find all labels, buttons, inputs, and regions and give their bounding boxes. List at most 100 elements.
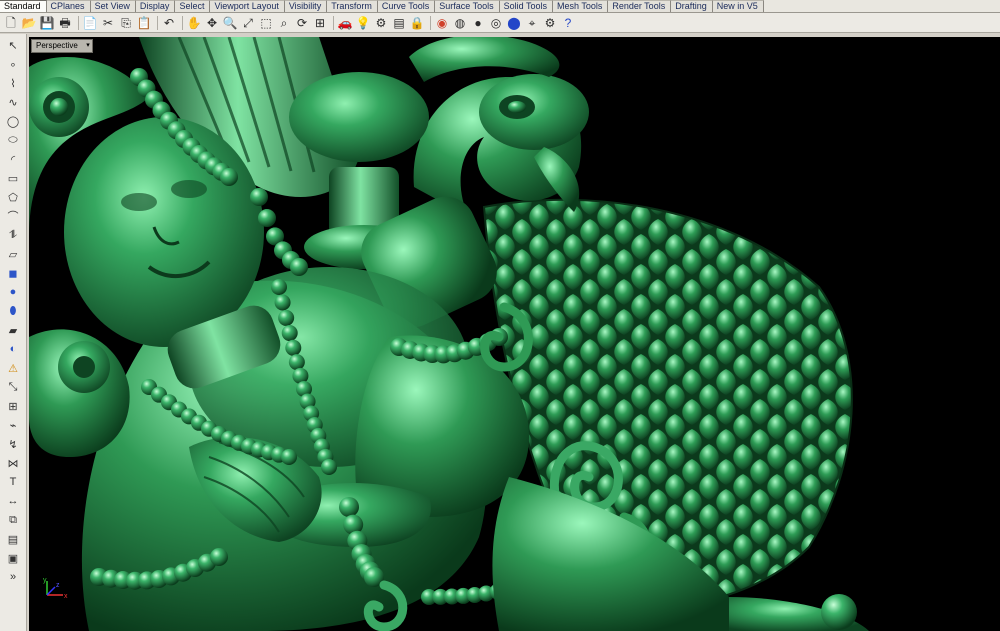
copy-icon[interactable]: ⎘ <box>118 15 134 31</box>
left-tool-palette: ↖ ∘ ⌇ ∿ ◯ ⬭ ◜ ▭ ⬠ ⌒ ⥮ ▱ ◼ ● ⬮ ▰ ◐ ⚠ ⤡ ⊞ ⌁ ↯ ⋈ T ↔ ⧉ ▤ ▣ » <box>0 34 27 631</box>
transform-icon[interactable]: ⤡ <box>3 379 23 395</box>
block-icon[interactable]: ▣ <box>3 550 23 566</box>
toolbar-separator <box>78 15 79 30</box>
toolbar-separator <box>430 15 431 30</box>
move-view-icon[interactable]: ✥ <box>204 15 220 31</box>
box-icon[interactable]: ◼ <box>3 265 23 281</box>
tools-icon[interactable]: ⚙ <box>373 15 389 31</box>
surface-icon[interactable]: ▱ <box>3 246 23 262</box>
perspective-viewport[interactable]: Perspective ▾ x y z <box>29 37 1000 631</box>
tab-mesh-tools[interactable]: Mesh Tools <box>552 0 609 12</box>
bead <box>274 294 291 311</box>
zoom-window-icon[interactable]: ⬚ <box>258 15 274 31</box>
tab-render-tools[interactable]: Render Tools <box>608 0 672 12</box>
bead <box>290 258 308 276</box>
bead <box>278 309 295 326</box>
render-icon[interactable]: ◉ <box>434 15 450 31</box>
tab-curve-tools[interactable]: Curve Tools <box>377 0 436 12</box>
viewport-label: Perspective <box>36 41 78 50</box>
more-icon[interactable]: » <box>3 569 23 585</box>
tab-set-view[interactable]: Set View <box>90 0 136 12</box>
layers-icon[interactable]: ▤ <box>3 531 23 547</box>
bead <box>250 188 268 206</box>
rotate-view-icon[interactable]: ⟳ <box>294 15 310 31</box>
save-icon[interactable]: 💾 <box>39 15 55 31</box>
blue-sphere-icon[interactable]: ⬤ <box>506 15 522 31</box>
axis-x-label: x <box>64 593 68 600</box>
lock-icon[interactable]: 🔒 <box>409 15 425 31</box>
tab-standard[interactable]: Standard <box>0 0 47 12</box>
toolbar-separator <box>157 15 158 30</box>
new-icon[interactable]: 🗋 <box>3 15 19 31</box>
sphere-icon[interactable]: ● <box>470 15 486 31</box>
bead <box>281 325 298 342</box>
tab-viewport-layout[interactable]: Viewport Layout <box>210 0 285 12</box>
help-icon[interactable]: ? <box>560 15 576 31</box>
polyline-icon[interactable]: ⌇ <box>3 75 23 91</box>
paste-icon[interactable]: 📋 <box>136 15 152 31</box>
viewport-title[interactable]: Perspective ▾ <box>31 39 93 53</box>
mesh-sphere-icon[interactable]: ◎ <box>488 15 504 31</box>
array-icon[interactable]: ⊞ <box>3 398 23 414</box>
bead <box>281 449 297 465</box>
cylinder-icon[interactable]: ⬮ <box>3 303 23 319</box>
tab-select[interactable]: Select <box>175 0 211 12</box>
zoom-extents-icon[interactable]: ⤢ <box>240 15 256 31</box>
bead <box>258 209 276 228</box>
polygon-icon[interactable]: ⬠ <box>3 189 23 205</box>
undo-icon[interactable]: ↶ <box>161 15 177 31</box>
text-icon[interactable]: T <box>3 474 23 490</box>
boolean-icon[interactable]: ◐ <box>3 341 23 357</box>
toolbar-separator <box>182 15 183 30</box>
open-icon[interactable]: 📂 <box>21 15 37 31</box>
blend-icon[interactable]: ⌁ <box>3 417 23 433</box>
point-icon[interactable]: ∘ <box>3 56 23 72</box>
tab-display[interactable]: Display <box>135 0 176 12</box>
pan-icon[interactable]: ✋ <box>186 15 202 31</box>
sweep-icon[interactable]: ↯ <box>3 436 23 452</box>
car-icon[interactable]: 🚗 <box>337 15 353 31</box>
fillet-icon[interactable]: ⌒ <box>3 208 23 224</box>
axis-z-label: z <box>56 582 60 589</box>
print-icon[interactable]: 🖶 <box>57 15 73 31</box>
settings-icon[interactable]: ⚙ <box>542 15 558 31</box>
tab-solid-tools[interactable]: Solid Tools <box>499 0 553 12</box>
sphere-icon[interactable]: ● <box>3 284 23 300</box>
curve-icon[interactable]: ∿ <box>3 94 23 110</box>
bead <box>285 339 302 356</box>
group-icon[interactable]: ⧉ <box>3 512 23 528</box>
axis-y-label: y <box>43 577 47 584</box>
four-viewports-icon[interactable]: ⊞ <box>312 15 328 31</box>
ellipse-icon[interactable]: ⬭ <box>3 132 23 148</box>
plane-surface-icon[interactable]: ▰ <box>3 322 23 338</box>
zoom-icon[interactable]: 🔍 <box>222 15 238 31</box>
loft-icon[interactable]: ⋈ <box>3 455 23 471</box>
tab-drafting[interactable]: Drafting <box>671 0 713 12</box>
tab-visibility[interactable]: Visibility <box>284 0 328 12</box>
bead <box>271 279 287 295</box>
zoom-selected-icon[interactable]: ⌕ <box>276 15 292 31</box>
dimension-icon[interactable]: ↔ <box>3 493 23 509</box>
layer-icon[interactable]: ▤ <box>391 15 407 31</box>
tab-surface-tools[interactable]: Surface Tools <box>435 0 500 12</box>
rectangle-icon[interactable]: ▭ <box>3 170 23 186</box>
bead <box>321 459 337 475</box>
bulb-icon[interactable]: 💡 <box>355 15 371 31</box>
bead <box>339 497 359 517</box>
viewport-menu-arrow-icon[interactable]: ▾ <box>86 40 90 52</box>
tab-cplanes[interactable]: CPlanes <box>46 0 91 12</box>
bead <box>288 354 305 371</box>
tab-transform[interactable]: Transform <box>327 0 378 12</box>
analyze-icon[interactable]: ⚠ <box>3 360 23 376</box>
standard-toolbar: 🗋 📂 💾 🖶 📄 ✂ ⎘ 📋 ↶ ✋ ✥ 🔍 ⤢ ⬚ ⌕ ⟳ ⊞ 🚗 💡 ⚙ ▤ 🔒 ◉ ◍ ● ◎ ⬤ ⌖ ⚙? <box>0 13 1000 33</box>
offset-icon[interactable]: ⥮ <box>3 227 23 243</box>
cut-icon[interactable]: ✂ <box>100 15 116 31</box>
tab-new-in-v5[interactable]: New in V5 <box>712 0 764 12</box>
color-wheel-icon[interactable]: ◍ <box>452 15 468 31</box>
bead <box>210 548 228 566</box>
snap-icon[interactable]: ⌖ <box>524 15 540 31</box>
arc-icon[interactable]: ◜ <box>3 151 23 167</box>
select-arrow-icon[interactable]: ↖ <box>3 37 23 53</box>
circle-icon[interactable]: ◯ <box>3 113 23 129</box>
import-icon[interactable]: 📄 <box>82 15 98 31</box>
